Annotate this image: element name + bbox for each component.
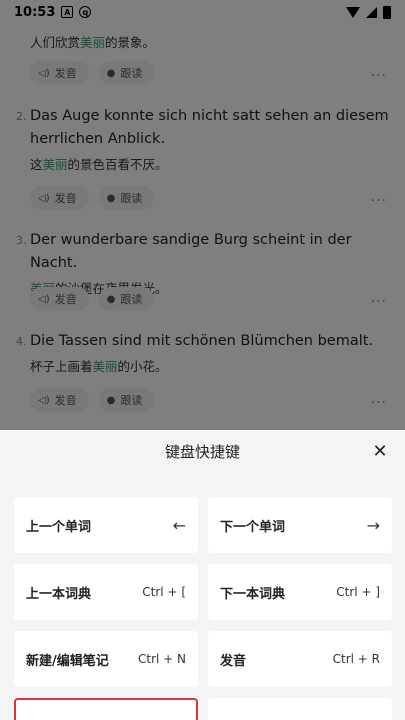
- shortcut-new-edit-note[interactable]: 新建/编辑笔记 Ctrl + N: [14, 631, 198, 687]
- shortcut-next-dictionary[interactable]: 下一本词典 Ctrl + ]: [208, 564, 392, 620]
- shortcut-previous-word[interactable]: 上一个单词 ←: [14, 497, 198, 553]
- shortcut-next-word[interactable]: 下一个单词 →: [208, 497, 392, 553]
- shortcut-previous-dictionary[interactable]: 上一本词典 Ctrl + [: [14, 564, 198, 620]
- shortcut-pronounce[interactable]: 发音 Ctrl + R: [208, 631, 392, 687]
- sheet-title: 键盘快捷键: [164, 442, 240, 461]
- close-icon[interactable]: ✕: [369, 440, 391, 462]
- shortcut-item-focused[interactable]: [14, 698, 198, 720]
- shortcut-item[interactable]: [208, 698, 392, 720]
- shortcut-grid: 上一个单词 ← 下一个单词 → 上一本词典 Ctrl + [ 下一本词典 Ctr…: [14, 497, 392, 720]
- arrow-left-icon: ←: [172, 515, 186, 535]
- shortcut-key: Ctrl + N: [137, 652, 186, 666]
- shortcut-key: Ctrl + R: [332, 652, 380, 666]
- shortcut-key: Ctrl + [: [142, 585, 186, 599]
- keyboard-shortcuts-sheet: 键盘快捷键 ✕ 上一个单词 ← 下一个单词 → 上一本词典 Ctrl + [ 下…: [0, 430, 405, 720]
- arrow-right-icon: →: [366, 515, 380, 535]
- shortcut-key: Ctrl + ]: [336, 585, 380, 599]
- modal-overlay[interactable]: [0, 0, 405, 430]
